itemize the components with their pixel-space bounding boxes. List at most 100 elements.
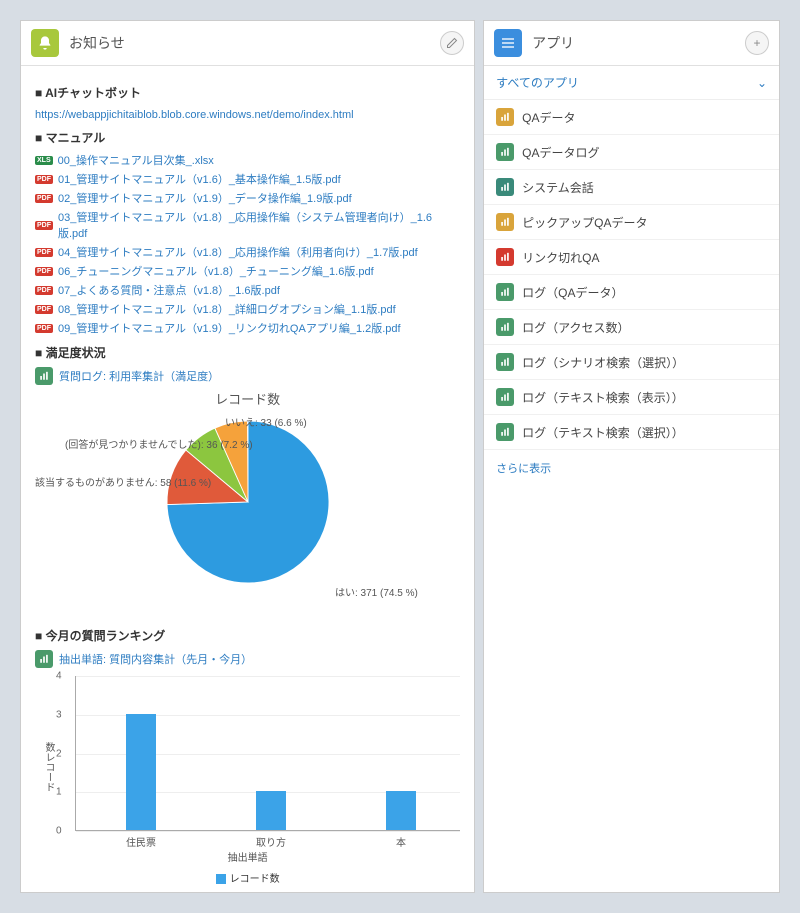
app-item[interactable]: リンク切れQA [484,240,779,275]
bar [126,714,156,830]
y-tick: 3 [56,709,62,720]
app-icon [496,213,514,231]
section-manual: ■ マニュアル [35,129,460,146]
app-label: ログ（テキスト検索（表示）） [522,389,684,406]
file-row: PDF 09_管理サイトマニュアル（v1.9）_リンク切れQAアプリ編_1.2版.… [35,320,460,336]
app-icon [496,423,514,441]
app-icon [496,178,514,196]
add-button[interactable]: + [745,31,769,55]
file-row: PDF 08_管理サイトマニュアル（v1.8）_詳細ログオプション編_1.1版.p… [35,301,460,317]
app-label: ログ（シナリオ検索（選択）） [522,354,684,371]
file-link[interactable]: 08_管理サイトマニュアル（v1.8）_詳細ログオプション編_1.1版.pdf [58,301,396,317]
app-label: ログ（アクセス数） [522,319,629,336]
file-row: XLS 00_操作マニュアル目次集_.xlsx [35,152,460,168]
section-satisfaction: ■ 満足度状況 [35,344,460,361]
pie-label-notfound: (回答が見つかりませんでした): 36 (7.2 %) [65,436,253,451]
file-link[interactable]: 01_管理サイトマニュアル（v1.6）_基本操作編_1.5版.pdf [58,171,341,187]
file-link[interactable]: 04_管理サイトマニュアル（v1.8）_応用操作編（利用者向け）_1.7版.pd… [58,244,418,260]
pie-label-iie: いいえ: 33 (6.6 %) [225,414,307,429]
pie-title: レコード数 [35,389,460,408]
app-label: ログ（テキスト検索（選択）） [522,424,684,441]
x-tick: 取り方 [246,834,296,849]
pdf-icon: PDF [35,267,53,276]
chatbot-link[interactable]: https://webappjichitaiblob.blob.core.win… [35,109,354,121]
app-label: QAデータログ [522,144,599,161]
pdf-icon: PDF [35,286,53,295]
app-item[interactable]: QAデータ [484,100,779,135]
file-link[interactable]: 07_よくある質問・注意点（v1.8）_1.6版.pdf [58,282,280,298]
notice-header: お知らせ [21,21,474,66]
section-ranking: ■ 今月の質問ランキング [35,627,460,644]
bar-chart-icon [35,650,53,668]
app-icon [496,388,514,406]
app-label: ログ（QAデータ） [522,284,623,301]
pdf-icon: PDF [35,194,53,203]
app-item[interactable]: ピックアップQAデータ [484,205,779,240]
pie-chart: レコード数 いいえ: 33 (6.6 %) (回答が見つかりませんでした): 3… [35,389,460,619]
all-apps-toggle[interactable]: すべてのアプリ ⌄ [484,66,779,100]
section-chatbot: ■ AIチャットボット [35,84,460,101]
list-icon [494,29,522,57]
bar [256,791,286,830]
y-tick: 4 [56,671,62,682]
bar-area: 01234住民票取り方本 [75,676,460,831]
pie-label-hai: はい: 371 (74.5 %) [335,584,418,599]
app-item[interactable]: ログ（テキスト検索（選択）） [484,415,779,450]
app-item[interactable]: ログ（アクセス数） [484,310,779,345]
bar-legend: レコード数 [35,870,460,885]
file-row: PDF 07_よくある質問・注意点（v1.8）_1.6版.pdf [35,282,460,298]
app-label: システム会話 [522,179,594,196]
y-tick: 1 [56,787,62,798]
y-tick: 0 [56,826,62,837]
x-tick: 住民票 [116,834,166,849]
chevron-down-icon: ⌄ [757,76,767,90]
file-link[interactable]: 06_チューニングマニュアル（v1.8）_チューニング編_1.6版.pdf [58,263,374,279]
bell-icon [31,29,59,57]
app-icon [496,318,514,336]
file-row: PDF 04_管理サイトマニュアル（v1.8）_応用操作編（利用者向け）_1.7版… [35,244,460,260]
app-icon [496,248,514,266]
legend-swatch [216,874,226,884]
file-link[interactable]: 00_操作マニュアル目次集_.xlsx [58,152,214,168]
apps-panel: アプリ + すべてのアプリ ⌄ QAデータ QAデータログシステム会話ピックアップ… [483,20,780,893]
app-item[interactable]: システム会話 [484,170,779,205]
app-icon [496,108,514,126]
app-item[interactable]: ログ（QAデータ） [484,275,779,310]
app-label: リンク切れQA [522,249,599,266]
ranking-link[interactable]: 抽出単語: 質問内容集計（先月・今月） [59,651,252,667]
app-item[interactable]: QAデータログ [484,135,779,170]
apps-header: アプリ + [484,21,779,66]
bar [386,791,416,830]
app-label: ピックアップQAデータ [522,214,647,231]
pdf-icon: PDF [35,248,53,257]
bar-xlabel: 抽出単語 [35,849,460,864]
show-more-link[interactable]: さらに表示 [484,450,779,486]
app-label: QAデータ [522,109,575,126]
file-row: PDF 03_管理サイトマニュアル（v1.8）_応用操作編（システム管理者向け）_… [35,209,460,241]
bar-chart: 数レコード 01234住民票取り方本 抽出単語 レコード数 [35,672,460,882]
notice-title: お知らせ [69,33,440,53]
apps-title: アプリ [532,33,745,53]
file-row: PDF 06_チューニングマニュアル（v1.8）_チューニング編_1.6版.pdf [35,263,460,279]
file-row: PDF01_管理サイトマニュアル（v1.6）_基本操作編_1.5版.pdf [35,171,460,187]
file-link[interactable]: 09_管理サイトマニュアル（v1.9）_リンク切れQAアプリ編_1.2版.pdf [58,320,401,336]
app-icon [496,283,514,301]
file-link[interactable]: 03_管理サイトマニュアル（v1.8）_応用操作編（システム管理者向け）_1.6… [58,209,460,241]
notice-body: ■ AIチャットボット https://webappjichitaiblob.b… [21,66,474,892]
file-link[interactable]: 02_管理サイトマニュアル（v1.9）_データ操作編_1.9版.pdf [58,190,352,206]
bar-chart-icon [35,367,53,385]
pdf-icon: PDF [35,221,53,230]
pdf-icon: PDF [35,324,53,333]
file-row: PDF 02_管理サイトマニュアル（v1.9）_データ操作編_1.9版.pdf [35,190,460,206]
edit-button[interactable] [440,31,464,55]
app-item[interactable]: ログ（シナリオ検索（選択）） [484,345,779,380]
pdf-icon: PDF [35,305,53,314]
notice-panel: お知らせ ■ AIチャットボット https://webappjichitaib… [20,20,475,893]
x-tick: 本 [376,834,426,849]
app-icon [496,353,514,371]
y-tick: 2 [56,748,62,759]
satisfaction-link[interactable]: 質問ログ: 利用率集計（満足度） [59,368,219,384]
xls-icon: XLS [35,156,53,165]
app-item[interactable]: ログ（テキスト検索（表示）） [484,380,779,415]
app-icon [496,143,514,161]
